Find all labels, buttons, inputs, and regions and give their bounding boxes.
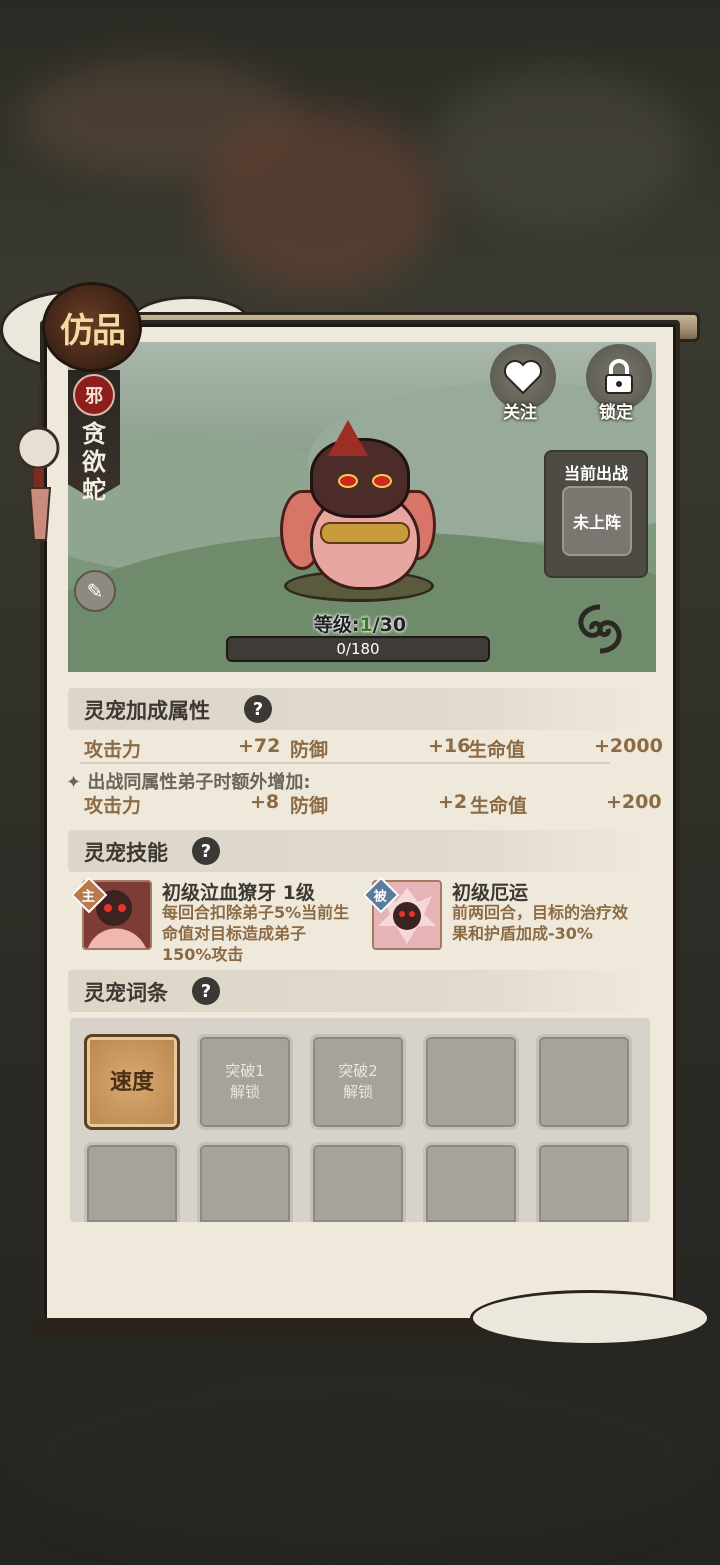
- level-current: 1: [359, 614, 373, 636]
- level-prefix: 等级:: [313, 614, 360, 636]
- question-icon[interactable]: ?: [192, 977, 220, 1005]
- affix-slot[interactable]: [423, 1034, 519, 1130]
- affix-slot[interactable]: [84, 1142, 180, 1222]
- stat-value: +2000: [594, 735, 663, 757]
- stat-label: 生命值: [468, 739, 526, 761]
- pet-name: 贪欲蛇: [82, 419, 106, 504]
- follow-label: 关注: [503, 403, 537, 423]
- deploy-slot[interactable]: 未上阵: [562, 486, 632, 556]
- question-icon[interactable]: ?: [192, 837, 220, 865]
- skill-name: 初级厄运: [452, 882, 529, 904]
- skill-description: 每回合扣除弟子5%当前生命值对目标造成弟子150%攻击: [162, 903, 350, 964]
- bonus-section-title: 灵宠加成属性: [84, 699, 210, 723]
- affix-slot[interactable]: 突破2 解锁: [310, 1034, 406, 1130]
- cloud-decoration: [470, 1290, 710, 1346]
- extra-stats-row: 攻击力 +8 防御 +2 生命值 +200: [84, 791, 662, 819]
- stat-value: +16: [428, 735, 471, 757]
- swirl-icon[interactable]: [570, 596, 630, 662]
- deploy-status-box: 当前出战 未上阵: [544, 450, 648, 578]
- level-max: /30: [372, 614, 407, 636]
- exp-text: 0/180: [336, 640, 380, 658]
- affix-slot[interactable]: 速度: [84, 1034, 180, 1130]
- divider: [80, 762, 610, 764]
- bonus-section-header: 灵宠加成属性 ?: [68, 688, 646, 730]
- element-tag: 邪: [73, 374, 115, 416]
- pet-illustration: [280, 420, 440, 610]
- stat-value: +200: [606, 791, 662, 813]
- affix-slot[interactable]: 突破1 解锁: [197, 1034, 293, 1130]
- rank-badge: 仿品: [42, 282, 142, 372]
- affix-section-title: 灵宠词条: [84, 981, 168, 1005]
- deploy-title: 当前出战: [563, 464, 628, 483]
- stat-label: 攻击力: [84, 795, 142, 817]
- affix-slot[interactable]: [310, 1142, 406, 1222]
- tassel-ornament: [16, 380, 60, 541]
- affix-slot[interactable]: [536, 1142, 632, 1222]
- pet-level: 等级:1/30: [290, 610, 430, 637]
- lock-label: 锁定: [599, 403, 633, 423]
- stat-label: 防御: [290, 795, 329, 817]
- exp-bar: 0/180: [226, 636, 490, 662]
- stat-value: +2: [438, 791, 468, 813]
- affix-slot[interactable]: [423, 1142, 519, 1222]
- skills-section-header: 灵宠技能 ?: [68, 830, 646, 872]
- skill-name: 初级泣血獠牙 1级: [162, 882, 315, 904]
- heart-icon: [504, 360, 542, 395]
- affix-slot[interactable]: [197, 1142, 293, 1222]
- stat-label: 攻击力: [84, 739, 142, 761]
- stat-value: +8: [250, 791, 280, 813]
- question-icon[interactable]: ?: [244, 695, 272, 723]
- rename-button[interactable]: ✎: [74, 570, 116, 612]
- stat-label: 防御: [290, 739, 329, 761]
- stat-label: 生命值: [470, 795, 528, 817]
- skills-section-title: 灵宠技能: [84, 841, 168, 865]
- lock-icon: [605, 359, 633, 394]
- bonus-stats-row: 攻击力 +72 防御 +16 生命值 +2000: [84, 735, 663, 763]
- skill-description: 前两回合，目标的治疗效果和护盾加成-30%: [452, 903, 629, 943]
- affix-section-header: 灵宠词条 ?: [68, 970, 646, 1012]
- stat-value: +72: [238, 735, 281, 757]
- affix-slot[interactable]: [536, 1034, 632, 1130]
- brush-icon: ✎: [86, 579, 104, 603]
